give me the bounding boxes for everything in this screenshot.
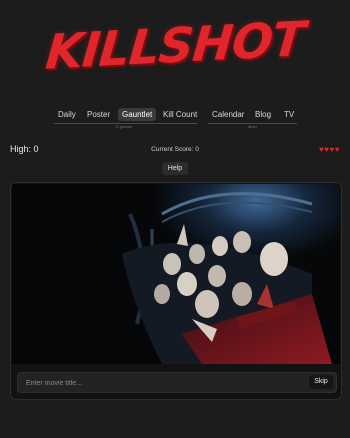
nav-calendar[interactable]: Calendar <box>208 108 248 121</box>
nav-daily[interactable]: Daily <box>54 108 80 121</box>
other-group-label: other <box>246 124 260 129</box>
movie-still-image <box>12 184 340 364</box>
guess-input-wrapper: Skip <box>17 372 337 393</box>
help-button[interactable]: Help <box>162 162 188 175</box>
score-bar: High: 0 Current Score: 0 ♥♥♥♥ <box>10 144 340 158</box>
killshot-logo: KILLSHOT <box>43 11 307 81</box>
main-nav: Daily Poster Gauntlet Kill Count Calenda… <box>0 106 350 130</box>
nav-tv[interactable]: TV <box>280 108 298 121</box>
games-group-label: D games <box>114 124 135 129</box>
current-score: Current Score: 0 <box>151 146 199 153</box>
skip-button[interactable]: Skip <box>309 375 333 389</box>
nav-poster[interactable]: Poster <box>83 108 114 121</box>
lives-hearts-icon: ♥♥♥♥ <box>319 145 340 154</box>
nav-blog[interactable]: Blog <box>251 108 275 121</box>
game-card: Skip <box>10 182 342 400</box>
nav-kill-count[interactable]: Kill Count <box>159 108 201 121</box>
movie-still-illustration <box>12 184 340 364</box>
movie-title-input[interactable] <box>24 375 288 391</box>
nav-gauntlet[interactable]: Gauntlet <box>118 108 157 121</box>
